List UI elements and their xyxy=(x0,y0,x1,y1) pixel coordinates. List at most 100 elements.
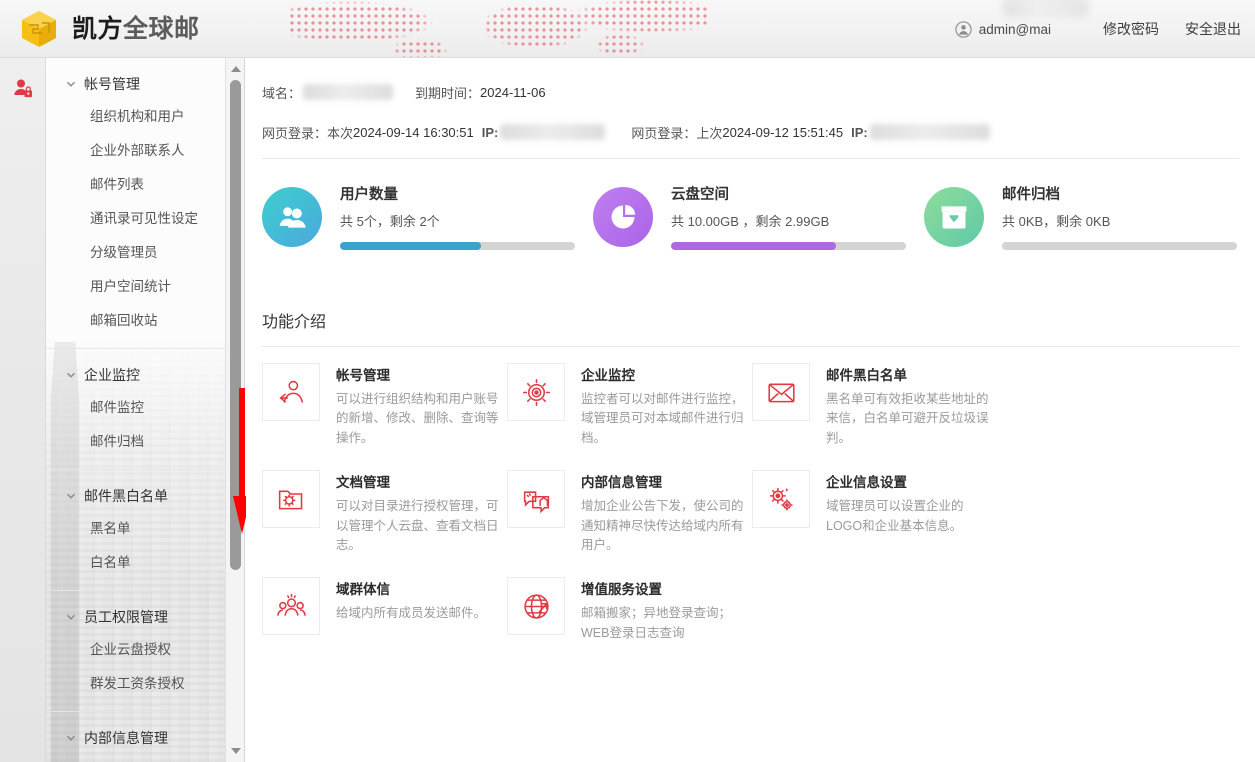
stat-card-mail-archive: 邮件归档共 0KB，剩余 0KB xyxy=(924,181,1255,250)
brand-secondary: 全球邮 xyxy=(123,15,200,43)
sidebar-item-0-4[interactable]: 分级管理员 xyxy=(46,234,244,268)
folder-gear-icon xyxy=(262,470,320,529)
stat-progress-bar xyxy=(1002,242,1237,250)
sidebar-item-2-0[interactable]: 黑名单 xyxy=(46,510,244,544)
feature-desc: 给域内所有成员发送邮件。 xyxy=(336,606,487,621)
login-last-ip-mask xyxy=(869,124,990,140)
feature-card-enterprise-info-settings[interactable]: 企业信息设置 域管理员可以设置企业的LOGO和企业基本信息。 xyxy=(752,470,997,555)
admin-dashboard-page: 凯方全球邮 admin@mai 修改密码 安全退出 帐号管理 组织机构和用户 企… xyxy=(0,0,1255,762)
user-account[interactable]: admin@mai xyxy=(955,0,1089,38)
feature-card-domain-group-message[interactable]: 域群体信给域内所有成员发送邮件。 xyxy=(262,577,507,643)
sidebar-group-header-4[interactable]: 内部信息管理 xyxy=(46,724,244,752)
sidebar-group-label: 邮件黑白名单 xyxy=(84,488,168,504)
feature-desc: 监控者可以对邮件进行监控，域管理员可对本域邮件进行归档。 xyxy=(581,392,744,445)
chevron-down-icon xyxy=(66,488,76,504)
features-section-title: 功能介绍 xyxy=(262,314,327,331)
sidebar-item-0-1[interactable]: 企业外部联系人 xyxy=(46,132,244,166)
brand: 凯方全球邮 xyxy=(18,8,200,50)
feature-title: 增值服务设置 xyxy=(581,582,662,598)
scroll-down-arrow-icon[interactable] xyxy=(231,748,241,754)
sidebar-item-1-1[interactable]: 邮件归档 xyxy=(46,423,244,457)
logout-link[interactable]: 安全退出 xyxy=(1185,19,1241,39)
feature-body: 企业监控监控者可以对邮件进行监控，域管理员可对本域邮件进行归档。 xyxy=(581,363,752,448)
login-last-time: 2024-09-12 15:51:45 xyxy=(722,124,844,140)
feature-card-mail-blacklist-whitelist[interactable]: 邮件黑白名单 黑名单可有效拒收某些地址的来信，白名单可避开反垃圾误判。 xyxy=(752,363,997,448)
sidebar-item-0-5[interactable]: 用户空间统计 xyxy=(46,268,244,302)
globe-arrow-icon xyxy=(507,577,565,636)
sidebar-item-0-2[interactable]: 邮件列表 xyxy=(46,166,244,200)
stat-progress-fill xyxy=(671,242,836,250)
change-password-link[interactable]: 修改密码 xyxy=(1103,19,1159,39)
stat-subtitle: 共 10.00GB ，剩余 2.99GB xyxy=(671,214,830,229)
user-manage-icon xyxy=(262,363,320,421)
sidebar-scrollbar-thumb[interactable] xyxy=(230,80,241,570)
sidebar-group: 邮件黑白名单黑名单 白名单 xyxy=(46,470,244,591)
users-icon xyxy=(262,187,322,247)
feature-desc: 域管理员可以设置企业的LOGO和企业基本信息。 xyxy=(826,499,964,533)
stat-body: 邮件归档共 0KB，剩余 0KB xyxy=(1002,181,1255,250)
feature-title: 企业监控 xyxy=(581,368,635,383)
stat-title: 用户数量 xyxy=(340,187,398,203)
sidebar-item-3-1[interactable]: 群发工资条授权 xyxy=(46,665,244,699)
sidebar-group-header-0[interactable]: 帐号管理 xyxy=(46,70,244,98)
sidebar-group-label: 企业监控 xyxy=(84,367,140,383)
chevron-down-icon xyxy=(66,76,76,92)
scroll-up-arrow-icon[interactable] xyxy=(231,66,241,72)
feature-body: 邮件黑白名单 黑名单可有效拒收某些地址的来信，白名单可避开反垃圾误判。 xyxy=(826,363,997,448)
feature-body: 域群体信给域内所有成员发送邮件。 xyxy=(336,577,507,643)
sidebar-group: 企业监控邮件监控 邮件归档 xyxy=(46,349,244,470)
left-icon-rail xyxy=(0,58,46,762)
sidebar-item-0-0[interactable]: 组织机构和用户 xyxy=(46,98,244,132)
sidebar-item-1-0[interactable]: 邮件监控 xyxy=(46,389,244,423)
domain-label: 域名： xyxy=(262,85,302,101)
feature-desc: 可以对目录进行授权管理，可以管理个人云盘、查看文档日志。 xyxy=(336,499,499,552)
feature-card-document-management[interactable]: 文档管理 可以对目录进行授权管理，可以管理个人云盘、查看文档日志。 xyxy=(262,470,507,555)
sidebar-item-0-6[interactable]: 邮箱回收站 xyxy=(46,302,244,336)
sidebar-item-3-0[interactable]: 企业云盘授权 xyxy=(46,631,244,665)
expire-value: 2024-11-06 xyxy=(480,84,546,100)
stat-card-user-count: 用户数量共 5个，剩余 2个 xyxy=(262,181,593,250)
stat-subtitle: 共 0KB，剩余 0KB xyxy=(1002,214,1111,229)
login-current-label: 网页登录：本次 xyxy=(262,125,354,141)
sidebar-item-4-0[interactable]: 公告 xyxy=(46,752,244,762)
feature-body: 帐号管理 可以进行组织结构和用户账号的新增、修改、删除、查询等操作。 xyxy=(336,363,507,448)
feature-card-enterprise-monitor[interactable]: 企业监控监控者可以对邮件进行监控，域管理员可对本域邮件进行归档。 xyxy=(507,363,752,448)
archive-box-icon xyxy=(924,187,984,247)
feature-desc: 增加企业公告下发，使公司的通知精神尽快传达给域内所有用户。 xyxy=(581,499,744,552)
sidebar-group-label: 员工权限管理 xyxy=(84,609,168,625)
sidebar-group-header-1[interactable]: 企业监控 xyxy=(46,361,244,389)
feature-card-account-management[interactable]: 帐号管理 可以进行组织结构和用户账号的新增、修改、删除、查询等操作。 xyxy=(262,363,507,448)
gears-icon xyxy=(752,470,810,529)
sidebar-scrollbar[interactable] xyxy=(225,58,245,762)
sidebar-group-label: 帐号管理 xyxy=(84,76,140,92)
header-right: admin@mai 修改密码 安全退出 xyxy=(955,0,1241,57)
cube-logo-icon xyxy=(18,8,60,50)
sidebar-group-header-2[interactable]: 邮件黑白名单 xyxy=(46,482,244,510)
sidebar-group: 内部信息管理公告群发邮件 xyxy=(46,712,244,762)
stat-title: 邮件归档 xyxy=(1002,187,1060,203)
feature-card-internal-info-management[interactable]: 内部信息管理 增加企业公告下发，使公司的通知精神尽快传达给域内所有用户。 xyxy=(507,470,752,555)
sidebar-group-header-3[interactable]: 员工权限管理 xyxy=(46,603,244,631)
login-current-time: 2024-09-14 16:30:51 xyxy=(353,124,474,140)
user-lock-icon[interactable] xyxy=(13,78,33,100)
login-row: 网页登录：本次 2024-09-14 16:30:51 IP: 网页登录：上次 … xyxy=(262,120,1255,144)
login-current-ip-label: IP: xyxy=(481,124,499,140)
brand-title: 凯方全球邮 xyxy=(72,8,200,50)
stat-progress-fill xyxy=(340,242,481,250)
expire-label: 到期时间： xyxy=(415,85,481,101)
feature-body: 内部信息管理 增加企业公告下发，使公司的通知精神尽快传达给域内所有用户。 xyxy=(581,470,752,555)
announce-bubble-icon xyxy=(507,470,565,529)
feature-card-value-added-services[interactable]: 增值服务设置 邮箱搬家；异地登录查询；WEB登录日志查询 xyxy=(507,577,752,643)
sidebar-item-0-3[interactable]: 通讯录可见性设定 xyxy=(46,200,244,234)
eye-monitor-icon xyxy=(507,363,565,421)
stat-progress-bar xyxy=(671,242,906,250)
domain-row: 域名： 到期时间： 2024-11-06 xyxy=(262,80,1255,104)
feature-desc: 可以进行组织结构和用户账号的新增、修改、删除、查询等操作。 xyxy=(336,392,499,445)
account-info-block: 域名： 到期时间： 2024-11-06 网页登录：本次 2024-09-14 … xyxy=(246,58,1255,144)
features-grid: 帐号管理 可以进行组织结构和用户账号的新增、修改、删除、查询等操作。 企业监控 监控者… xyxy=(246,347,1239,665)
feature-title: 域群体信 xyxy=(336,582,390,598)
sidebar-item-2-1[interactable]: 白名单 xyxy=(46,544,244,578)
feature-body: 增值服务设置 邮箱搬家；异地登录查询；WEB登录日志查询 xyxy=(581,577,752,643)
stat-subtitle: 共 5个，剩余 2个 xyxy=(340,214,440,229)
stat-title: 云盘空间 xyxy=(671,187,729,203)
